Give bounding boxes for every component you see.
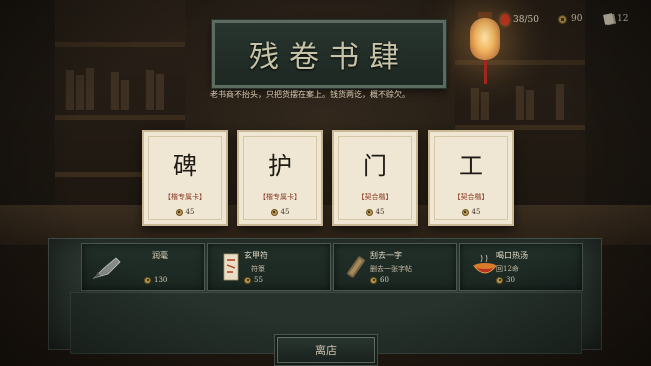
health-value: 38/50: [513, 14, 539, 25]
card-price-value: 45: [185, 208, 195, 216]
coin-icon: [558, 14, 567, 24]
coin-counter: 90: [558, 14, 582, 24]
card-tag: 【契合楷】: [453, 193, 489, 201]
shop-item-4[interactable]: 喝口热汤 回12命 30: [459, 243, 583, 291]
item-price: 60: [370, 276, 389, 284]
item-price-value: 60: [380, 276, 389, 284]
card-price-value: 45: [280, 208, 290, 216]
card-price-value: 45: [375, 208, 385, 216]
shop-sign: 残卷书肆: [211, 19, 447, 89]
shop-card-2[interactable]: 护 【楷专属卡】 45: [237, 130, 323, 226]
coin-icon: [370, 276, 377, 284]
item-price-value: 130: [154, 276, 168, 284]
leave-shop-button[interactable]: 离店: [277, 337, 375, 363]
card-price-value: 45: [471, 208, 481, 216]
card-price: 45: [334, 208, 416, 216]
item-desc: 删去一张字帖: [370, 265, 412, 273]
card-glyph: 门: [363, 152, 387, 180]
shop-title: 残卷书肆: [249, 40, 409, 75]
shopkeeper-dialogue: 老书商不抬头，只把货摆在案上。钱货两讫，概不赊欠。: [210, 90, 410, 99]
item-desc: 回12命: [496, 265, 519, 273]
card-price: 45: [239, 208, 321, 216]
health-counter: 38/50: [501, 14, 539, 25]
coin-icon: [496, 276, 503, 284]
item-name: 润毫: [152, 251, 168, 260]
card-price: 45: [430, 208, 512, 216]
shop-card-1[interactable]: 碑 【楷专属卡】 45: [142, 130, 228, 226]
item-price-value: 55: [254, 276, 263, 284]
shop-item-2[interactable]: 玄甲符 符箓 55: [207, 243, 331, 291]
item-price: 130: [144, 276, 167, 284]
card-tag: 【契合楷】: [357, 193, 393, 201]
coin-icon: [175, 208, 183, 216]
item-desc: 符箓: [251, 265, 265, 273]
lantern: [470, 18, 500, 60]
deck-value: 12: [617, 14, 629, 24]
shop-card-3[interactable]: 门 【契合楷】 45: [332, 130, 418, 226]
coin-value: 90: [571, 14, 583, 24]
deck-counter[interactable]: 12: [603, 13, 629, 25]
item-price: 55: [244, 276, 263, 284]
coin-icon: [144, 276, 151, 284]
item-price: 30: [496, 276, 515, 284]
card-tag: 【楷专属卡】: [164, 193, 206, 201]
item-name: 玄甲符: [244, 251, 268, 260]
item-name: 刮去一字: [370, 251, 402, 260]
item-name: 喝口热汤: [496, 251, 528, 260]
card-price: 45: [144, 208, 226, 216]
card-glyph: 碑: [173, 152, 197, 180]
coin-icon: [270, 208, 278, 216]
item-price-value: 30: [506, 276, 515, 284]
brush-icon: [92, 257, 121, 279]
coin-icon: [365, 208, 373, 216]
card-glyph: 工: [459, 152, 483, 180]
cards-icon: [603, 13, 614, 25]
coin-icon: [244, 276, 251, 284]
card-glyph: 护: [268, 152, 292, 180]
shop-item-1[interactable]: 润毫 130: [81, 243, 205, 291]
shop-card-4[interactable]: 工 【契合楷】 45: [428, 130, 514, 226]
card-tag: 【楷专属卡】: [259, 193, 301, 201]
flame-icon: [501, 14, 509, 25]
shop-item-3[interactable]: 刮去一字 删去一张字帖 60: [333, 243, 457, 291]
coin-icon: [461, 208, 469, 216]
